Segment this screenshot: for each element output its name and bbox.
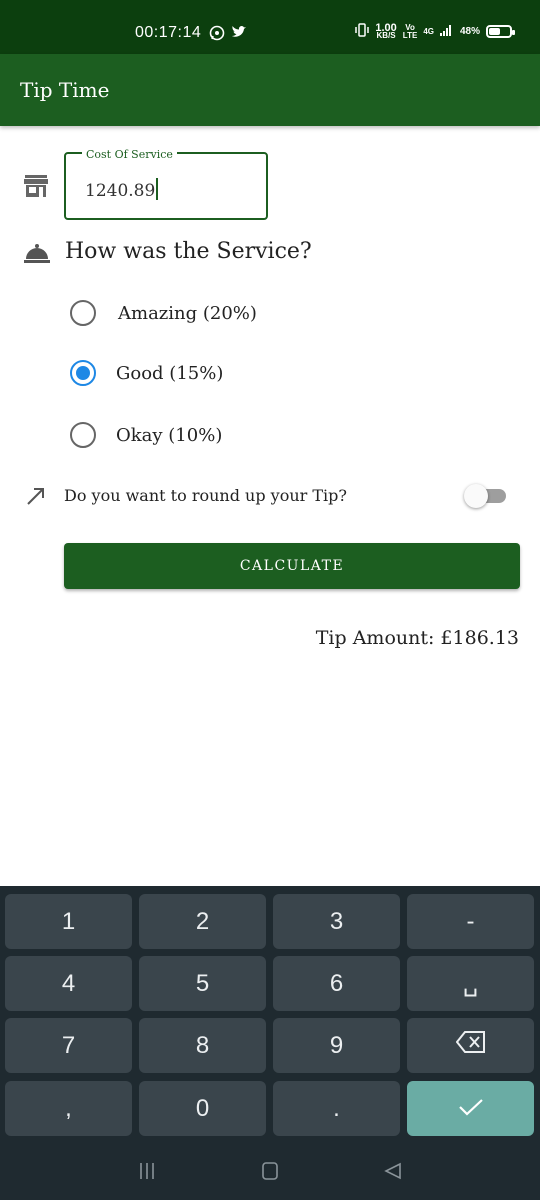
recent-apps-icon[interactable] [138,1162,156,1184]
key-0[interactable]: 0 [139,1081,266,1136]
radio-option-amazing[interactable]: Amazing (20%) [70,300,257,326]
radio-label-okay: Okay (10%) [116,424,223,446]
radio-label-good: Good (15%) [116,362,224,384]
status-time: 00:17:14 [135,24,202,41]
home-icon[interactable] [262,1162,278,1184]
whatsapp-icon [209,25,225,44]
net-speed-unit: KB/S [376,30,396,40]
key-period[interactable]: . [273,1081,400,1136]
switch-thumb[interactable] [464,484,488,508]
signal-label: 4G [423,27,434,36]
room-service-icon [24,243,50,263]
back-icon[interactable] [384,1162,402,1184]
app-bar: Tip Time [0,54,540,126]
key-7[interactable]: 7 [5,1018,132,1073]
key-minus[interactable]: - [407,894,534,949]
store-icon [24,175,48,197]
cost-of-service-label: Cost Of Service [82,148,177,161]
vibrate-icon [355,23,370,40]
battery-icon [486,25,515,38]
navigation-bar [0,1142,540,1200]
battery-percent: 48% [459,26,480,37]
text-cursor [156,178,159,200]
key-5[interactable]: 5 [139,956,266,1011]
service-question: How was the Service? [65,239,312,264]
cost-of-service-value: 1240.89 [85,181,156,201]
key-comma[interactable]: , [5,1081,132,1136]
volte-indicator: Vo LTE [402,23,418,40]
volte-bottom: LTE [402,30,418,40]
trending-up-icon [25,485,47,507]
check-icon [458,1095,484,1123]
radio-label-amazing: Amazing (20%) [118,302,257,324]
key-backspace[interactable] [407,1018,534,1073]
net-speed: 1.00 KB/S [375,22,396,40]
app-title: Tip Time [20,78,110,102]
round-up-switch[interactable] [464,484,506,508]
key-done[interactable] [407,1081,534,1136]
backspace-icon [455,1031,486,1060]
round-up-label: Do you want to round up your Tip? [64,486,347,505]
key-space[interactable]: ␣ [407,956,534,1011]
radio-option-good[interactable]: Good (15%) [70,360,223,386]
calculate-button[interactable]: CALCULATE [64,543,520,589]
radio-button-good[interactable] [70,360,96,386]
key-1[interactable]: 1 [5,894,132,949]
key-8[interactable]: 8 [139,1018,266,1073]
key-3[interactable]: 3 [273,894,400,949]
radio-option-okay[interactable]: Okay (10%) [70,422,222,448]
key-6[interactable]: 6 [273,956,400,1011]
key-9[interactable]: 9 [273,1018,400,1073]
status-bar: 00:17:14 1.00 KB/S Vo LTE 4G 48% [0,0,540,54]
cost-of-service-input[interactable]: 1240.89 [85,178,159,201]
signal-icon [439,24,454,39]
cost-of-service-field[interactable]: Cost Of Service 1240.89 [64,148,268,220]
radio-button-okay[interactable] [70,422,96,448]
radio-button-amazing[interactable] [70,300,96,326]
twitter-icon [231,25,247,42]
key-2[interactable]: 2 [139,894,266,949]
tip-amount: Tip Amount: £186.13 [315,627,519,649]
key-4[interactable]: 4 [5,956,132,1011]
